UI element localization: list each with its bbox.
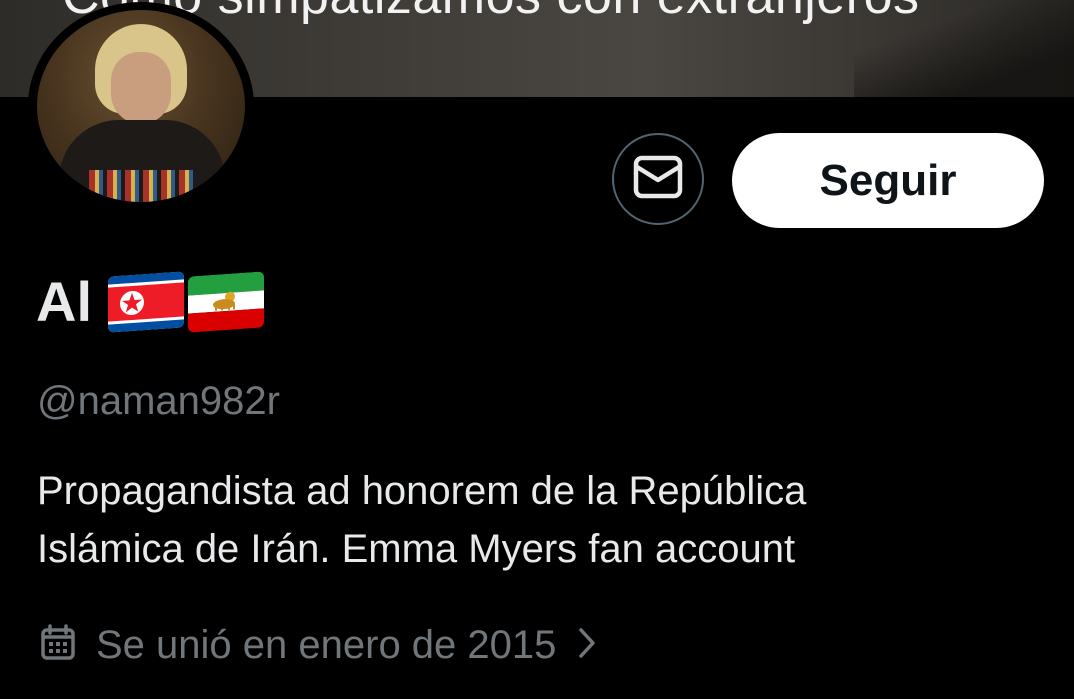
name-row: Al bbox=[36, 270, 264, 334]
joined-date-text: Se unió en enero de 2015 bbox=[96, 623, 557, 667]
bio-line: Islámica de Irán. Emma Myers fan account bbox=[37, 527, 796, 571]
avatar-photo bbox=[37, 10, 245, 202]
profile-page: Como simpatizamos con extranjeros Seguir… bbox=[0, 0, 1074, 699]
message-button[interactable] bbox=[612, 133, 704, 225]
iran-lion-and-sun-flag-icon bbox=[188, 271, 264, 333]
avatar-pattern bbox=[89, 170, 193, 202]
chevron-right-icon bbox=[576, 626, 598, 665]
avatar-face bbox=[111, 52, 171, 124]
profile-bio: Propagandista ad honorem de la República… bbox=[37, 462, 1037, 578]
mail-icon bbox=[632, 154, 684, 205]
north-korea-flag-icon bbox=[108, 271, 184, 333]
joined-date-row[interactable]: Se unió en enero de 2015 bbox=[40, 620, 598, 670]
name-flags bbox=[108, 271, 264, 333]
bio-line: Propagandista ad honorem de la República bbox=[37, 469, 807, 513]
banner-shadow bbox=[854, 0, 1074, 97]
display-name: Al bbox=[36, 270, 92, 333]
profile-handle: @naman982r bbox=[37, 379, 280, 423]
calendar-icon bbox=[40, 623, 76, 667]
follow-button[interactable]: Seguir bbox=[732, 133, 1044, 228]
avatar[interactable] bbox=[28, 2, 254, 210]
